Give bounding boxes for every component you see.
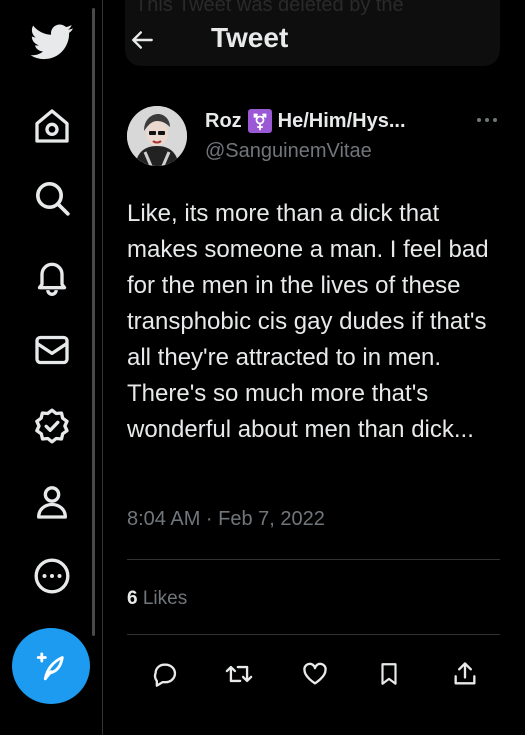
compose-tweet-button[interactable] [12, 628, 90, 704]
nav-scrollbar[interactable] [92, 8, 95, 636]
back-button[interactable] [127, 24, 159, 56]
author-display-name[interactable]: Roz [205, 110, 242, 133]
tweet-text: Like, its more than a dick that makes so… [127, 200, 489, 443]
messages-envelope-icon[interactable] [26, 324, 78, 376]
author-name-row[interactable]: Roz He/Him/Hys... [205, 109, 406, 133]
search-icon[interactable] [26, 172, 78, 224]
tweet-actions [127, 652, 500, 696]
home-icon[interactable] [26, 100, 78, 152]
divider [127, 559, 500, 560]
tweet-timestamp[interactable]: 8:04 AM · Feb 7, 2022 [127, 508, 325, 531]
like-icon[interactable] [293, 652, 337, 696]
tweet-detail-panel: This Tweet was deleted by the Tweet Roz … [103, 0, 525, 735]
avatar[interactable] [127, 106, 187, 166]
more-options-icon[interactable] [473, 108, 501, 132]
author-handle[interactable]: @SanguinemVitae [205, 140, 372, 163]
back-arrow-icon [132, 31, 153, 49]
likes-label: Likes [142, 588, 188, 609]
page-header: Tweet [103, 0, 525, 80]
divider [127, 634, 500, 635]
side-navigation [0, 0, 100, 735]
verified-badge-icon[interactable] [26, 400, 78, 452]
author-name-suffix[interactable]: He/Him/Hys... [278, 110, 406, 133]
retweet-icon[interactable] [217, 652, 261, 696]
likes-count[interactable]: 6 Likes [127, 588, 187, 610]
bookmark-icon[interactable] [367, 652, 411, 696]
notifications-bell-icon[interactable] [26, 250, 78, 302]
reply-icon[interactable] [143, 652, 187, 696]
likes-number: 6 [127, 588, 138, 609]
share-icon[interactable] [443, 652, 487, 696]
twitter-logo-icon[interactable] [26, 16, 78, 68]
page-title: Tweet [211, 22, 289, 53]
transgender-symbol-icon [247, 109, 272, 133]
profile-icon[interactable] [26, 476, 78, 528]
compose-tweet-icon [36, 652, 64, 681]
more-circle-icon[interactable] [26, 550, 78, 602]
